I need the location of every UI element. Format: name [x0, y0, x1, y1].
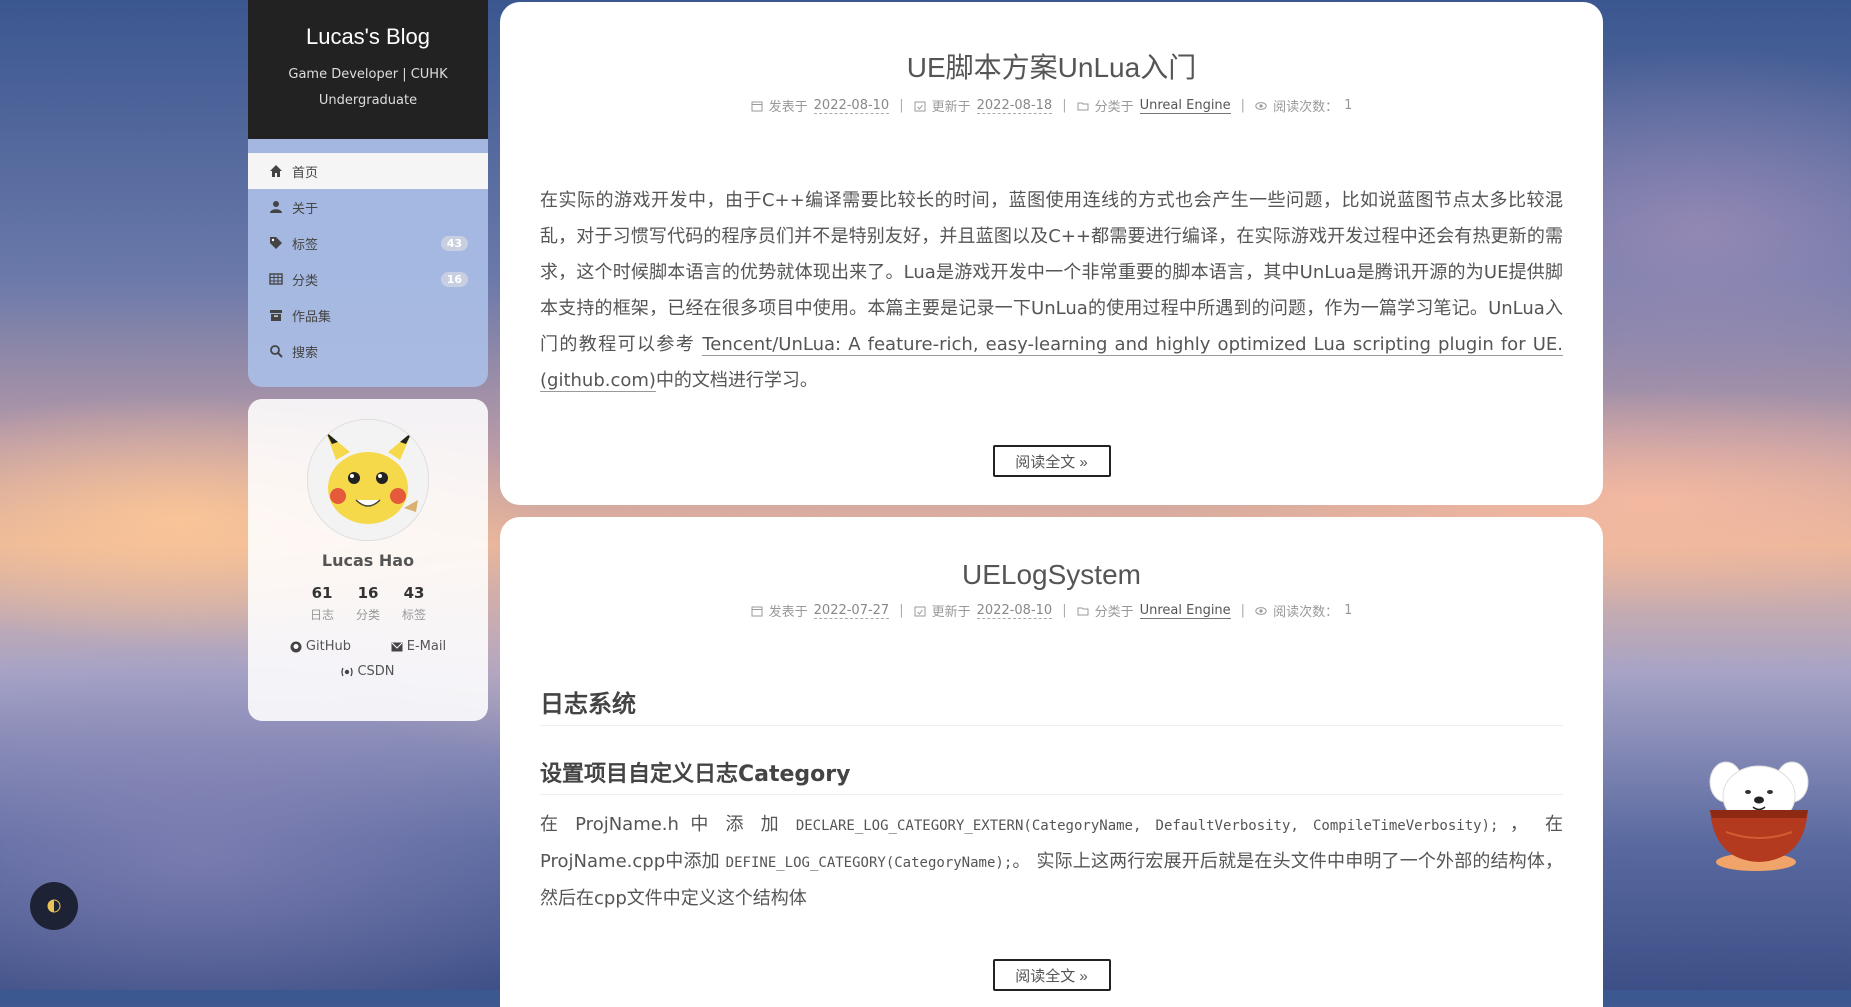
- views-count: 1: [1344, 603, 1353, 618]
- email-link-label: E-Mail: [406, 639, 447, 654]
- menu-item-label: 作品集: [292, 309, 332, 325]
- subsection-heading: 设置项目自定义日志Category: [540, 756, 1563, 795]
- user-icon: [268, 199, 284, 215]
- published-date: 2022-08-10: [813, 97, 890, 114]
- sidebar-menu: 首页 关于 标签 43 分类 16 作品集 搜索: [248, 139, 488, 387]
- author-stats: 61 日志 16 分类 43 标签: [248, 584, 488, 623]
- calendar-check-icon: [914, 101, 926, 111]
- category-link[interactable]: Unreal Engine: [1139, 603, 1231, 619]
- menu-item-label: 搜索: [292, 345, 319, 361]
- published-label: 发表于: [768, 605, 808, 620]
- mascot-dog-in-bowl[interactable]: [1696, 752, 1822, 880]
- published-label: 发表于: [768, 100, 808, 115]
- folder-icon: [1077, 607, 1089, 615]
- menu-item-label: 标签: [292, 237, 319, 253]
- category-label: 分类于: [1094, 605, 1134, 620]
- updated-label: 更新于: [931, 100, 971, 115]
- github-link[interactable]: GitHub: [290, 639, 351, 654]
- menu-item-label: 首页: [292, 165, 319, 181]
- excerpt-text: 在实际的游戏开发中，由于C++编译需要比较长的时间，蓝图使用连线的方式也会产生一…: [540, 190, 1563, 355]
- stat-categories[interactable]: 16 分类: [345, 584, 391, 623]
- csdn-link[interactable]: CSDN: [341, 664, 395, 679]
- stat-count: 61: [311, 584, 333, 602]
- category-link[interactable]: Unreal Engine: [1139, 98, 1231, 114]
- meta-divider: |: [899, 98, 904, 113]
- code-snippet: DECLARE_LOG_CATEGORY_EXTERN(CategoryName…: [795, 818, 1499, 834]
- email-link[interactable]: E-Mail: [391, 639, 446, 654]
- stat-label: 日志: [309, 608, 334, 622]
- stat-count: 16: [357, 584, 379, 602]
- stat-tags[interactable]: 43 标签: [391, 584, 437, 623]
- updated-label: 更新于: [931, 605, 971, 620]
- calendar-icon: [751, 606, 763, 616]
- post-meta: 发表于 2022-08-10 | 更新于 2022-08-18 | 分类于 Un…: [500, 96, 1603, 115]
- menu-item-portfolio[interactable]: 作品集: [248, 297, 488, 333]
- menu-item-search[interactable]: 搜索: [248, 333, 488, 369]
- post-card: UE脚本方案UnLua入门 发表于 2022-08-10 | 更新于 2022-…: [500, 2, 1603, 505]
- menu-item-label: 关于: [292, 201, 319, 217]
- read-more-button[interactable]: 阅读全文 »: [992, 959, 1111, 991]
- categories-count-badge: 16: [440, 271, 468, 287]
- grid-icon: [268, 271, 284, 287]
- csdn-link-label: CSDN: [357, 664, 395, 679]
- calendar-check-icon: [914, 606, 926, 616]
- post-title[interactable]: UELogSystem: [500, 559, 1603, 591]
- menu-item-about[interactable]: 关于: [248, 189, 488, 225]
- category-label: 分类于: [1094, 100, 1134, 115]
- tags-count-badge: 43: [440, 235, 468, 251]
- stat-posts[interactable]: 61 日志: [299, 584, 345, 623]
- archive-icon: [268, 307, 284, 323]
- folder-icon: [1077, 102, 1089, 110]
- stat-label: 标签: [401, 608, 426, 622]
- stat-count: 43: [403, 584, 425, 602]
- social-links: GitHub E-Mail: [270, 639, 466, 654]
- meta-divider: |: [1062, 98, 1067, 113]
- views-count: 1: [1344, 98, 1353, 113]
- tags-icon: [268, 235, 284, 251]
- post-meta: 发表于 2022-07-27 | 更新于 2022-08-10 | 分类于 Un…: [500, 601, 1603, 620]
- updated-date: 2022-08-10: [976, 602, 1053, 619]
- meta-divider: |: [1240, 603, 1246, 618]
- post-excerpt: 在 ProjName.h 中 添 加 DECLARE_LOG_CATEGORY_…: [540, 807, 1563, 917]
- home-icon: [268, 163, 284, 179]
- code-snippet: DEFINE_LOG_CATEGORY(CategoryName);: [725, 855, 1013, 871]
- excerpt-tail: 中的文档进行学习。: [655, 370, 818, 391]
- broadcast-icon: [341, 667, 354, 676]
- menu-item-tags[interactable]: 标签 43: [248, 225, 488, 261]
- search-icon: [268, 343, 284, 359]
- published-date: 2022-07-27: [813, 602, 890, 619]
- excerpt-text: 在 ProjName.h 中 添 加: [540, 814, 796, 835]
- section-heading: 日志系统: [540, 684, 1563, 726]
- updated-date: 2022-08-18: [976, 97, 1053, 114]
- eye-icon: [1255, 101, 1267, 110]
- site-subtitle: Game Developer | CUHK Undergraduate: [288, 67, 448, 108]
- post-excerpt: 在实际的游戏开发中，由于C++编译需要比较长的时间，蓝图使用连线的方式也会产生一…: [540, 183, 1563, 399]
- read-more-button[interactable]: 阅读全文 »: [992, 445, 1111, 477]
- post-title[interactable]: UE脚本方案UnLua入门: [500, 46, 1603, 86]
- github-icon: [290, 641, 302, 652]
- github-link-label: GitHub: [305, 639, 351, 654]
- views-label: 阅读次数：: [1273, 605, 1339, 620]
- meta-divider: |: [1062, 603, 1067, 618]
- eye-icon: [1255, 606, 1267, 615]
- author-card: Lucas Hao 61 日志 16 分类 43 标签 GitHub E-Mai…: [248, 399, 488, 721]
- meta-divider: |: [899, 603, 904, 618]
- half-moon-icon: [47, 899, 61, 913]
- meta-divider: |: [1240, 98, 1246, 113]
- menu-item-label: 分类: [292, 273, 319, 289]
- avatar: [307, 419, 429, 541]
- theme-toggle-button[interactable]: [30, 882, 78, 930]
- site-brand: Lucas's Blog Game Developer | CUHK Under…: [248, 0, 488, 139]
- envelope-icon: [391, 642, 403, 651]
- calendar-icon: [751, 101, 763, 111]
- menu-item-categories[interactable]: 分类 16: [248, 261, 488, 297]
- site-title[interactable]: Lucas's Blog: [248, 24, 488, 50]
- author-name: Lucas Hao: [321, 551, 415, 570]
- menu-item-home[interactable]: 首页: [248, 153, 488, 189]
- post-card: UELogSystem 发表于 2022-07-27 | 更新于 2022-08…: [500, 517, 1603, 1007]
- stat-label: 分类: [355, 608, 380, 622]
- views-label: 阅读次数：: [1273, 100, 1339, 115]
